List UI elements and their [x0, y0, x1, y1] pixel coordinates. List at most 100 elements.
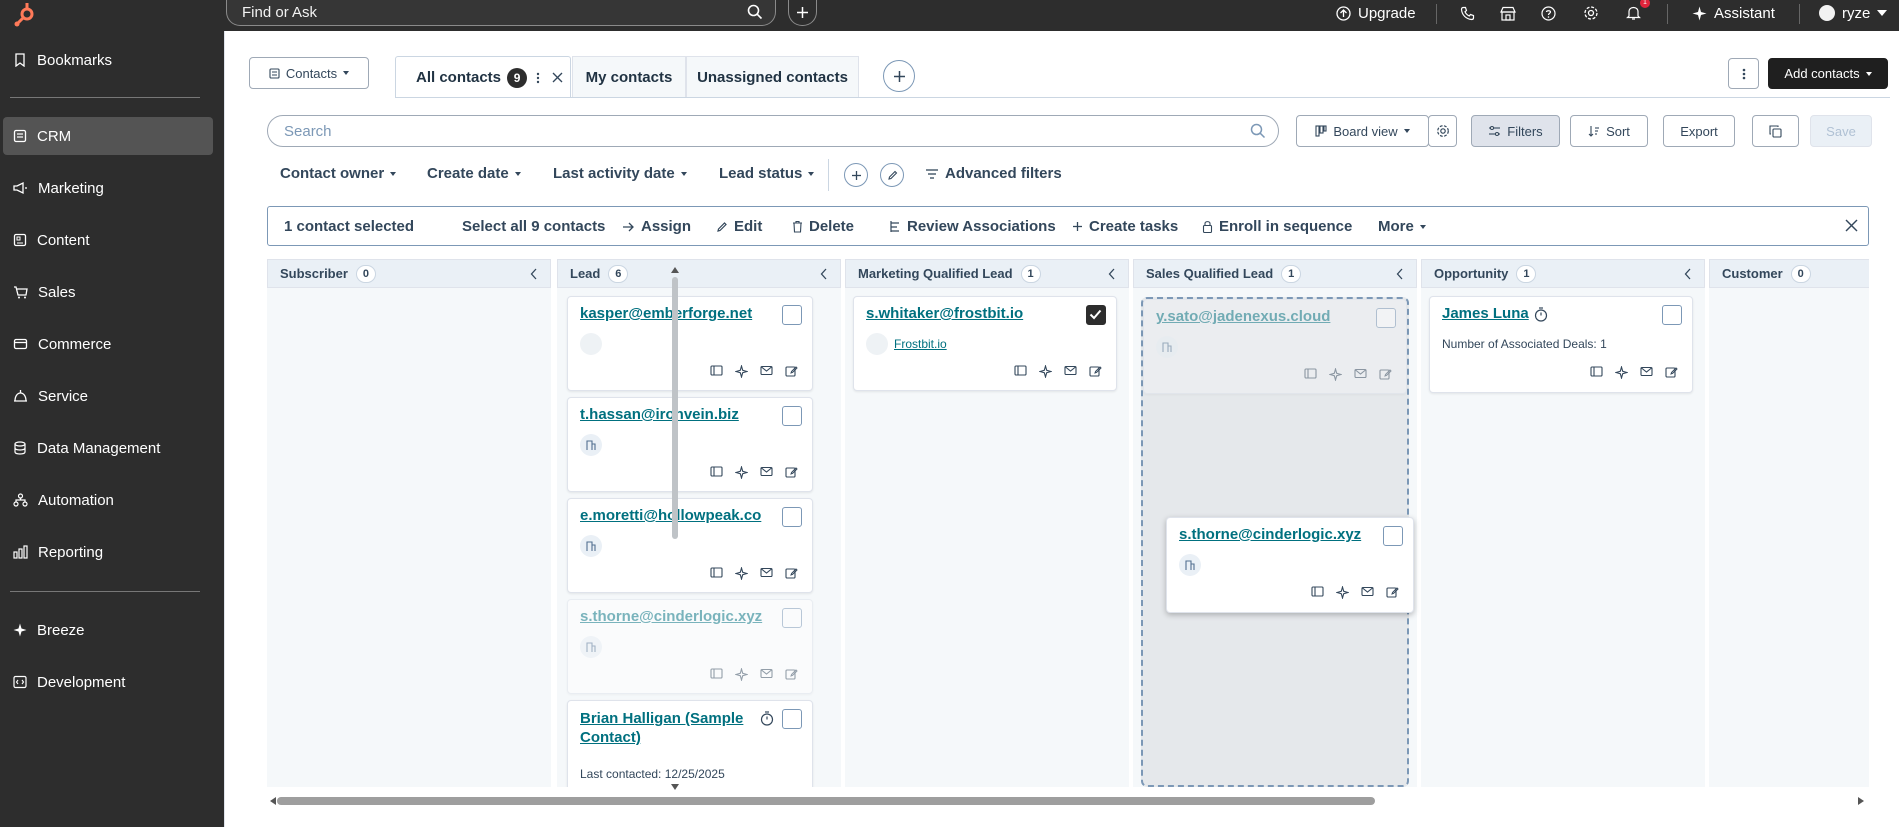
assistant-button[interactable]: Assistant: [1692, 0, 1775, 26]
tab-my-contacts[interactable]: My contacts: [572, 56, 686, 98]
phone-icon[interactable]: [1460, 0, 1475, 26]
sparkle-icon[interactable]: [735, 365, 748, 378]
note-icon[interactable]: [1379, 368, 1392, 381]
edit-filters-button[interactable]: [880, 163, 904, 187]
contact-name-link[interactable]: t.hassan@ironvein.biz: [580, 406, 739, 423]
card-checkbox[interactable]: [1383, 526, 1403, 546]
close-bulk-bar-icon[interactable]: [1845, 219, 1858, 232]
scroll-down-arrow-icon[interactable]: [671, 784, 679, 790]
card-checkbox[interactable]: [1376, 308, 1396, 328]
sort-button[interactable]: Sort: [1570, 115, 1648, 147]
add-view-button[interactable]: [883, 60, 915, 92]
contact-card[interactable]: y.sato@jadenexus.cloud: [1143, 299, 1407, 394]
card-checkbox[interactable]: [1662, 305, 1682, 325]
create-new-button[interactable]: [788, 0, 817, 26]
lead-column-scrollbar[interactable]: [672, 277, 678, 539]
company-link[interactable]: Frostbit.io: [894, 337, 947, 351]
sparkle-icon[interactable]: [735, 567, 748, 580]
settings-gear-icon[interactable]: [1583, 0, 1599, 26]
filter-last-activity-date[interactable]: Last activity date: [553, 165, 687, 182]
view-mode-dropdown[interactable]: Board view: [1296, 115, 1429, 147]
advanced-filters-button[interactable]: Advanced filters: [925, 165, 1062, 182]
contact-name-link[interactable]: s.thorne@cinderlogic.xyz: [1179, 526, 1361, 543]
sidebar-item-service[interactable]: Service: [3, 377, 213, 415]
search-icon[interactable]: [1250, 123, 1266, 139]
scroll-right-arrow-icon[interactable]: [1858, 797, 1864, 805]
help-icon[interactable]: [1541, 0, 1556, 26]
add-filter-button[interactable]: [844, 163, 868, 187]
contact-card[interactable]: kasper@emberforge.net: [567, 296, 813, 391]
create-tasks-button[interactable]: Create tasks: [1072, 218, 1178, 235]
sparkle-icon[interactable]: [1329, 368, 1342, 381]
tab-unassigned-contacts[interactable]: Unassigned contacts: [686, 56, 859, 98]
contact-name-link[interactable]: James Luna: [1442, 305, 1529, 322]
email-icon[interactable]: [1640, 366, 1653, 379]
email-icon[interactable]: [1361, 586, 1374, 599]
email-icon[interactable]: [760, 365, 773, 378]
sidebar-item-breeze[interactable]: Breeze: [3, 611, 213, 649]
collapse-column-icon[interactable]: [820, 268, 828, 280]
sidebar-item-marketing[interactable]: Marketing: [3, 169, 213, 207]
edit-button[interactable]: Edit: [716, 218, 762, 235]
sparkle-icon[interactable]: [735, 466, 748, 479]
dragging-contact-card[interactable]: s.thorne@cinderlogic.xyz: [1166, 517, 1414, 613]
sidebar-item-bookmarks[interactable]: Bookmarks: [3, 41, 213, 79]
duplicate-view-button[interactable]: [1752, 115, 1799, 147]
sparkle-icon[interactable]: [1039, 365, 1052, 378]
global-search-input[interactable]: Find or Ask: [226, 0, 776, 26]
filters-button[interactable]: Filters: [1471, 115, 1560, 147]
marketplace-icon[interactable]: [1500, 0, 1516, 26]
filter-contact-owner[interactable]: Contact owner: [280, 165, 397, 182]
account-menu[interactable]: ryze: [1819, 0, 1888, 26]
sparkle-icon[interactable]: [1336, 586, 1349, 599]
contact-name-link[interactable]: e.moretti@hollowpeak.co: [580, 507, 761, 524]
contact-card[interactable]: James Luna Number of Associated Deals: 1: [1429, 296, 1693, 393]
board-settings-button[interactable]: [1428, 115, 1457, 147]
preview-icon[interactable]: [710, 365, 723, 378]
contact-name-link[interactable]: s.whitaker@frostbit.io: [866, 305, 1023, 322]
sparkle-icon[interactable]: [1615, 366, 1628, 379]
contact-card-selected[interactable]: s.whitaker@frostbit.io Frostbit.io: [853, 296, 1117, 391]
assign-button[interactable]: Assign: [622, 218, 691, 235]
scroll-left-arrow-icon[interactable]: [270, 797, 276, 805]
preview-icon[interactable]: [710, 466, 723, 479]
email-icon[interactable]: [1354, 368, 1367, 381]
filter-create-date[interactable]: Create date: [427, 165, 521, 182]
card-checkbox[interactable]: [782, 507, 802, 527]
tab-all-contacts[interactable]: All contacts 9: [395, 56, 571, 98]
hubspot-logo-icon[interactable]: [12, 1, 38, 27]
email-icon[interactable]: [760, 567, 773, 580]
delete-button[interactable]: Delete: [792, 218, 854, 235]
close-tab-icon[interactable]: [552, 72, 563, 83]
notifications-bell-icon[interactable]: [1626, 0, 1641, 26]
sidebar-item-data-management[interactable]: Data Management: [3, 429, 213, 467]
select-all-button[interactable]: Select all 9 contacts: [462, 218, 605, 235]
card-checkbox[interactable]: [782, 709, 802, 729]
collapse-column-icon[interactable]: [1108, 268, 1116, 280]
tab-options-icon[interactable]: [536, 71, 540, 85]
contact-name-link[interactable]: kasper@emberforge.net: [580, 305, 752, 322]
collapse-column-icon[interactable]: [1684, 268, 1692, 280]
contact-name-link[interactable]: y.sato@jadenexus.cloud: [1156, 308, 1330, 325]
note-icon[interactable]: [1089, 365, 1102, 378]
more-dropdown[interactable]: More: [1378, 218, 1426, 235]
note-icon[interactable]: [785, 365, 798, 378]
card-checkbox-checked[interactable]: [1086, 305, 1106, 325]
more-actions-button[interactable]: [1728, 58, 1759, 89]
sidebar-item-reporting[interactable]: Reporting: [3, 533, 213, 571]
sidebar-item-development[interactable]: Development: [3, 663, 213, 701]
sidebar-item-automation[interactable]: Automation: [3, 481, 213, 519]
note-icon[interactable]: [785, 567, 798, 580]
review-associations-button[interactable]: Review Associations: [888, 218, 1056, 235]
enroll-in-sequence-button[interactable]: Enroll in sequence: [1202, 218, 1352, 235]
email-icon[interactable]: [1064, 365, 1077, 378]
contact-card[interactable]: Brian Halligan (Sample Contact) Last cont…: [567, 700, 813, 787]
preview-icon[interactable]: [710, 567, 723, 580]
card-checkbox[interactable]: [782, 305, 802, 325]
preview-icon[interactable]: [1014, 365, 1027, 378]
sidebar-item-sales[interactable]: Sales: [3, 273, 213, 311]
note-icon[interactable]: [1386, 586, 1399, 599]
sidebar-item-content[interactable]: Content: [3, 221, 213, 259]
add-contacts-button[interactable]: Add contacts: [1768, 58, 1888, 89]
sidebar-item-crm[interactable]: CRM: [3, 117, 213, 155]
